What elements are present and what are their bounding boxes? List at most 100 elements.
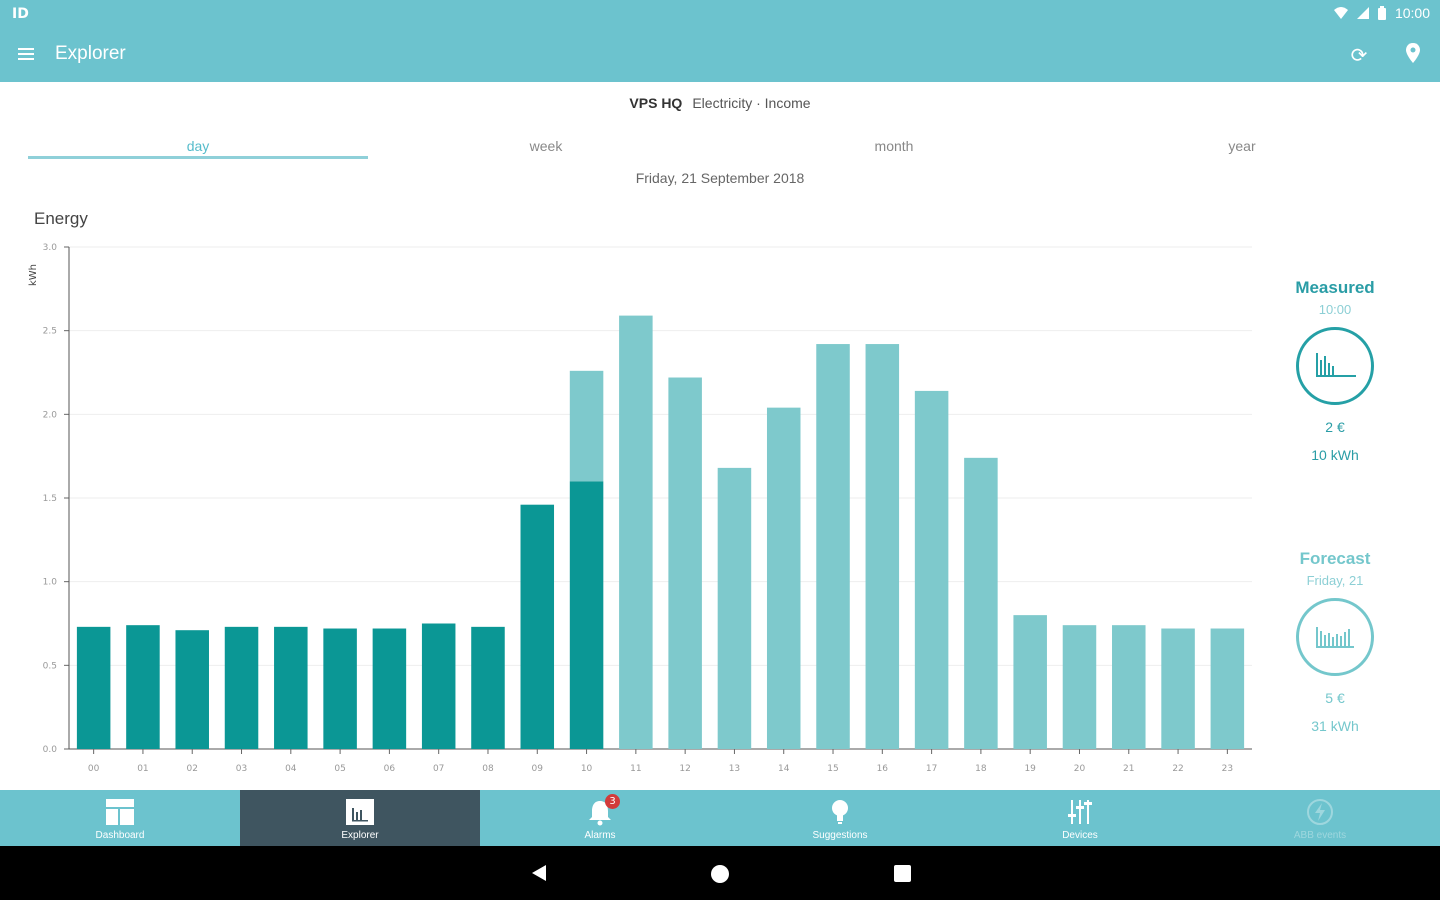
measured-time: 10:00 xyxy=(1318,302,1352,317)
notification-icon: ID xyxy=(12,6,29,22)
forecast-energy: 31 kWh xyxy=(1311,718,1359,734)
x-tick-label: 08 xyxy=(482,764,494,774)
x-tick-label: 02 xyxy=(187,764,198,774)
bar-forecast-16 xyxy=(865,344,900,749)
location-pin-icon[interactable] xyxy=(1401,43,1425,67)
nav-label: Devices xyxy=(1062,830,1098,841)
x-tick-label: 00 xyxy=(88,764,100,774)
bar-forecast-17 xyxy=(914,390,949,749)
x-tick-label: 22 xyxy=(1172,764,1183,774)
period-tabs: day week month year xyxy=(28,130,1418,162)
x-tick-label: 12 xyxy=(679,764,690,774)
energy-chart: 0.0 0.5 1.0 1.5 2.0 2.5 3.0 kWh 00 01 02 03 04 05 06 07… xyxy=(28,243,1252,774)
recents-icon[interactable] xyxy=(893,864,913,884)
bar-measured-05 xyxy=(323,628,357,749)
selected-date: Friday, 21 September 2018 xyxy=(635,170,805,186)
lightbulb-icon xyxy=(832,800,848,824)
tab-year[interactable]: year xyxy=(1072,138,1412,154)
x-tick-label: 15 xyxy=(827,764,838,774)
forecast-panel: Forecast Friday, 21 5 € 31 kWh xyxy=(1270,549,1400,734)
nav-devices[interactable]: Devices xyxy=(960,790,1200,846)
measured-energy: 10 kWh xyxy=(1311,447,1359,463)
bar-forecast-11 xyxy=(619,315,653,749)
x-tick-label: 11 xyxy=(630,764,641,774)
y-tick-label: 3.0 xyxy=(43,243,58,253)
forecast-title: Forecast xyxy=(1299,549,1371,568)
menu-icon[interactable] xyxy=(18,45,38,65)
x-tick-label: 21 xyxy=(1123,764,1134,774)
active-tab-indicator xyxy=(28,156,368,159)
context-header: VPS HQ Electricity · Income xyxy=(0,95,1440,111)
battery-icon xyxy=(1377,5,1386,20)
x-tick-label: 07 xyxy=(433,764,444,774)
wifi-icon xyxy=(1333,7,1348,19)
dashboard-icon xyxy=(106,799,134,825)
forecast-day: Friday, 21 xyxy=(1306,573,1364,588)
x-tick-label: 09 xyxy=(532,764,544,774)
nav-label: Explorer xyxy=(341,830,379,841)
nav-alarms[interactable]: 3 Alarms xyxy=(480,790,720,846)
back-icon[interactable] xyxy=(528,863,548,883)
tab-day[interactable]: day xyxy=(28,138,368,154)
nav-abb-events[interactable]: ABB events xyxy=(1200,790,1440,846)
sliders-icon xyxy=(1068,800,1092,824)
x-tick-label: 14 xyxy=(778,764,790,774)
nav-label: Alarms xyxy=(584,830,616,841)
y-tick-label: 2.0 xyxy=(43,410,58,420)
x-tick-label: 17 xyxy=(926,764,937,774)
x-tick-label: 18 xyxy=(975,764,987,774)
bar-forecast-21 xyxy=(1112,625,1146,749)
nav-label: Dashboard xyxy=(95,830,145,841)
bar-forecast-22 xyxy=(1161,628,1195,749)
tab-month[interactable]: month xyxy=(724,138,1064,154)
status-right: 10:00 xyxy=(1333,5,1430,21)
nav-label: Suggestions xyxy=(812,830,868,841)
nav-suggestions[interactable]: Suggestions xyxy=(720,790,960,846)
signal-icon xyxy=(1356,7,1369,19)
status-bar: ID 10:00 xyxy=(0,0,1440,28)
y-tick-label: 2.5 xyxy=(43,327,57,337)
bar-forecast-12 xyxy=(668,377,702,749)
refresh-icon[interactable]: ⟳ xyxy=(1347,43,1371,67)
home-icon[interactable] xyxy=(709,863,731,885)
bar-measured-01 xyxy=(126,625,160,749)
nav-label: ABB events xyxy=(1293,830,1347,841)
bar-forecast-19 xyxy=(1013,615,1047,749)
system-navigation-bar xyxy=(0,846,1440,900)
measured-chart-icon[interactable] xyxy=(1296,327,1374,405)
chart-title: Energy xyxy=(34,209,88,228)
nav-dashboard[interactable]: Dashboard xyxy=(0,790,240,846)
app-bar: Explorer ⟳ xyxy=(0,28,1440,82)
bar-forecast-15 xyxy=(816,344,850,749)
site-name: VPS HQ xyxy=(629,95,683,111)
bar-forecast-18 xyxy=(964,457,998,749)
x-tick-label: 10 xyxy=(581,764,593,774)
x-tick-label: 01 xyxy=(137,764,148,774)
bar-measured-06 xyxy=(372,628,407,749)
nav-explorer[interactable]: Explorer xyxy=(240,790,480,846)
bar-forecast-13 xyxy=(717,467,752,749)
x-tick-label: 20 xyxy=(1074,764,1086,774)
y-tick-label: 1.5 xyxy=(43,494,57,504)
x-tick-label: 23 xyxy=(1222,764,1233,774)
bar-measured-10 xyxy=(569,481,604,749)
y-tick-label: 0.0 xyxy=(43,745,58,755)
bar-forecast-14 xyxy=(766,407,801,749)
forecast-chart-icon[interactable] xyxy=(1296,598,1374,676)
tab-week[interactable]: week xyxy=(376,138,716,154)
alarm-count-badge: 3 xyxy=(605,794,620,809)
bar-forecast-10 xyxy=(569,370,604,482)
y-tick-label: 1.0 xyxy=(43,578,58,588)
bar-measured-07 xyxy=(421,623,456,749)
y-tick-label: 0.5 xyxy=(43,661,57,671)
x-tick-label: 06 xyxy=(384,764,396,774)
measured-title: Measured xyxy=(1295,278,1375,297)
x-tick-label: 16 xyxy=(877,764,889,774)
bottom-navigation: Dashboard Explorer 3 Alarms Suggestions … xyxy=(0,790,1440,846)
x-tick-label: 13 xyxy=(729,764,740,774)
x-tick-label: 04 xyxy=(285,764,297,774)
bar-forecast-20 xyxy=(1062,625,1097,749)
bar-measured-02 xyxy=(175,630,209,749)
y-axis-label: kWh xyxy=(28,264,39,286)
bar-measured-04 xyxy=(274,626,308,749)
